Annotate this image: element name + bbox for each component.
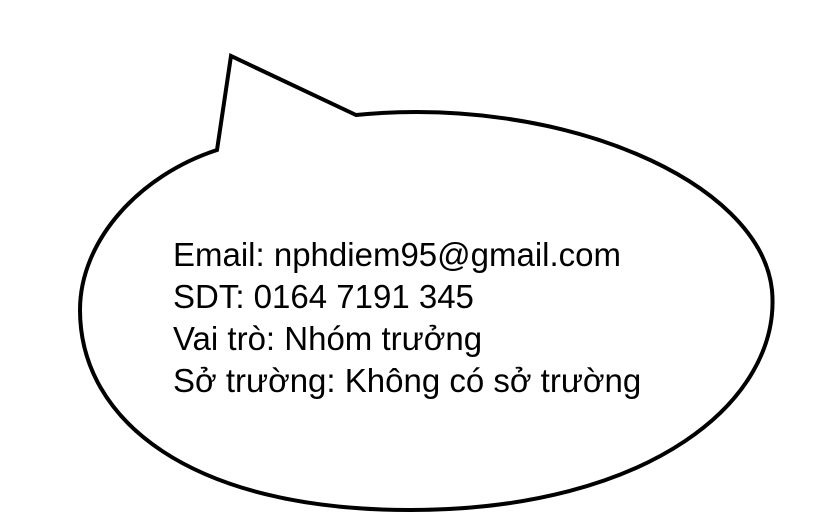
phone-line: SDT: 0164 7191 345 xyxy=(173,278,474,315)
email-line: Email: nphdiem95@gmail.com xyxy=(173,236,622,273)
strength-line: Sở trường: Không có sở trường xyxy=(173,362,642,399)
speech-bubble-canvas: Email: nphdiem95@gmail.com SDT: 0164 719… xyxy=(0,0,819,520)
contact-info-text: Email: nphdiem95@gmail.com SDT: 0164 719… xyxy=(173,234,641,402)
role-line: Vai trò: Nhóm trưởng xyxy=(173,320,483,357)
